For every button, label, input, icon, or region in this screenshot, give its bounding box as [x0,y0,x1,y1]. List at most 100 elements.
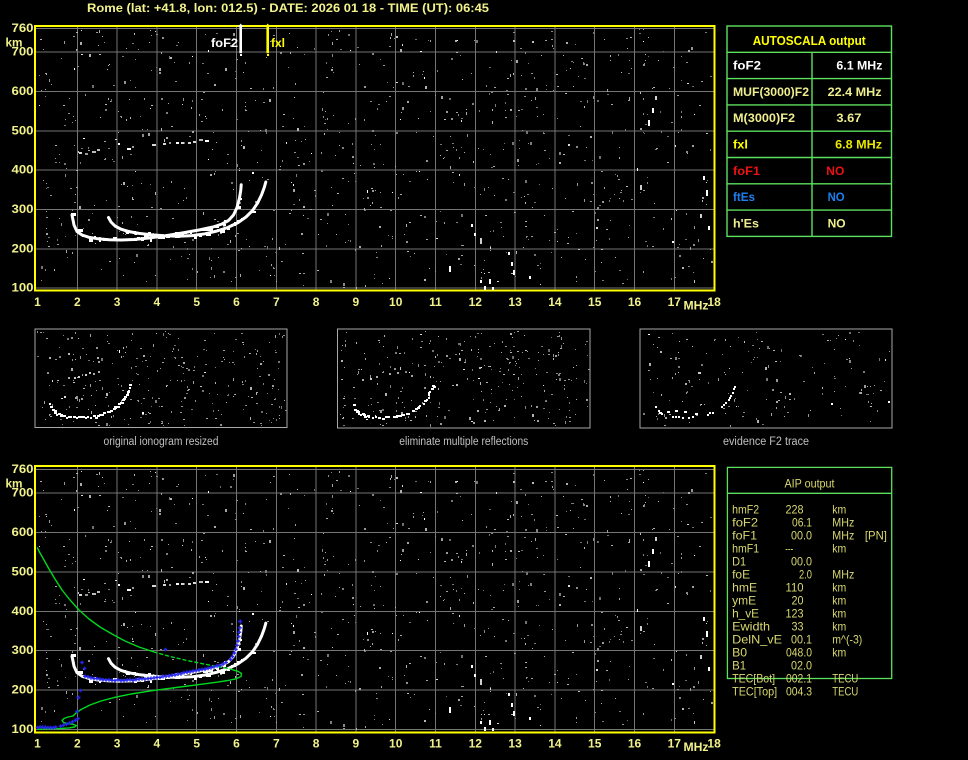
svg-text:8: 8 [313,295,320,309]
svg-text:eliminate multiple reflections: eliminate multiple reflections [399,436,528,448]
svg-text:evidence F2 trace: evidence F2 trace [723,436,809,448]
svg-text:6.8 MHz: 6.8 MHz [835,138,882,152]
svg-text:123: 123 [786,607,804,621]
svg-text:2: 2 [74,737,81,751]
svg-text:228: 228 [786,503,804,517]
svg-text:18: 18 [707,737,721,751]
svg-text:MHz: MHz [684,740,709,754]
svg-text:km: km [832,542,846,556]
svg-text:NO: NO [828,216,846,230]
svg-text:14: 14 [548,737,562,751]
svg-text:600: 600 [12,84,34,98]
svg-text:km: km [6,35,23,49]
svg-text:5: 5 [193,737,200,751]
svg-text:760: 760 [12,462,34,476]
svg-text:km: km [832,594,846,608]
svg-text:18: 18 [707,295,721,309]
svg-text:AUTOSCALA output: AUTOSCALA output [753,34,867,48]
svg-text:fxl: fxl [733,138,748,152]
svg-text:100: 100 [12,281,34,295]
svg-text:DelN_vE: DelN_vE [732,633,782,647]
svg-text:MHz: MHz [832,529,854,543]
svg-text:km: km [832,607,846,621]
svg-text:3.67: 3.67 [836,111,861,125]
svg-text:200: 200 [12,241,34,255]
svg-text:17: 17 [668,737,682,751]
svg-text:B1: B1 [732,659,746,673]
svg-text:3: 3 [114,295,121,309]
svg-text:002.1: 002.1 [786,672,812,686]
svg-text:foF1: foF1 [732,529,757,543]
svg-text:m^(-3): m^(-3) [832,633,862,647]
svg-text:km: km [6,477,23,491]
svg-text:km: km [832,581,846,595]
svg-text:ymE: ymE [732,594,756,608]
svg-text:2: 2 [74,295,81,309]
svg-text:9: 9 [353,737,360,751]
svg-text:7: 7 [273,295,280,309]
svg-text:300: 300 [12,202,34,216]
svg-text:foF2: foF2 [211,36,238,50]
svg-text:4: 4 [154,295,161,309]
svg-text:foF2: foF2 [732,516,758,530]
svg-text:foE: foE [732,568,750,582]
svg-text:200: 200 [12,683,34,697]
svg-text:500: 500 [12,123,34,137]
svg-text:B0: B0 [732,646,747,660]
svg-text:6: 6 [233,737,240,751]
svg-text:7: 7 [273,737,280,751]
svg-text:6: 6 [233,295,240,309]
svg-text:300: 300 [12,643,34,657]
svg-text:16: 16 [628,737,642,751]
svg-text:1: 1 [34,737,41,751]
svg-text:12: 12 [469,295,483,309]
svg-text:6.1 MHz: 6.1 MHz [836,59,882,73]
svg-text:14: 14 [548,295,562,309]
svg-text:4: 4 [154,737,161,751]
svg-text:400: 400 [12,604,34,618]
svg-text:TEC[Top]: TEC[Top] [732,685,777,699]
svg-text:km: km [832,620,846,634]
svg-text:00.1: 00.1 [791,633,812,647]
svg-text:16: 16 [628,295,642,309]
svg-text:20: 20 [792,594,804,608]
svg-text:Ewidth: Ewidth [732,620,770,634]
svg-text:33: 33 [792,620,804,634]
svg-text:06.1: 06.1 [792,516,812,530]
svg-text:13: 13 [508,737,522,751]
svg-text:NO: NO [828,190,845,204]
svg-text:1: 1 [34,295,41,309]
svg-text:10: 10 [389,737,403,751]
svg-text:NO: NO [826,164,844,178]
svg-text:[PN]: [PN] [865,529,887,543]
svg-text:Rome (lat: +41.8, lon: 012.5): Rome (lat: +41.8, lon: 012.5) - DATE: 20… [87,1,489,15]
svg-text:8: 8 [313,737,320,751]
svg-text:110: 110 [786,581,804,595]
svg-text:fxl: fxl [271,36,285,50]
svg-text:hmE: hmE [732,581,757,595]
svg-text:22.4 MHz: 22.4 MHz [828,85,882,99]
svg-text:100: 100 [12,722,34,736]
svg-text:400: 400 [12,163,34,177]
svg-text:13: 13 [508,295,522,309]
svg-text:foF1: foF1 [733,164,760,178]
svg-text:600: 600 [12,525,34,539]
svg-text:00.0: 00.0 [791,555,812,569]
svg-text:km: km [832,503,846,517]
svg-text:---: --- [785,542,793,556]
svg-text:km: km [832,646,846,660]
svg-text:500: 500 [12,565,34,579]
svg-text:17: 17 [668,295,682,309]
svg-text:hmF1: hmF1 [732,542,759,556]
svg-text:MHz: MHz [832,568,854,582]
svg-text:h_vE: h_vE [732,607,759,621]
svg-text:TECU: TECU [832,685,858,699]
svg-text:MUF(3000)F2: MUF(3000)F2 [733,85,809,99]
svg-text:TEC[Bot]: TEC[Bot] [732,672,775,686]
svg-text:15: 15 [588,295,602,309]
svg-text:M(3000)F2: M(3000)F2 [733,111,795,125]
svg-text:11: 11 [429,295,442,309]
svg-text:AIP output: AIP output [785,477,836,491]
svg-text:h'Es: h'Es [733,216,759,230]
svg-text:760: 760 [12,21,34,35]
